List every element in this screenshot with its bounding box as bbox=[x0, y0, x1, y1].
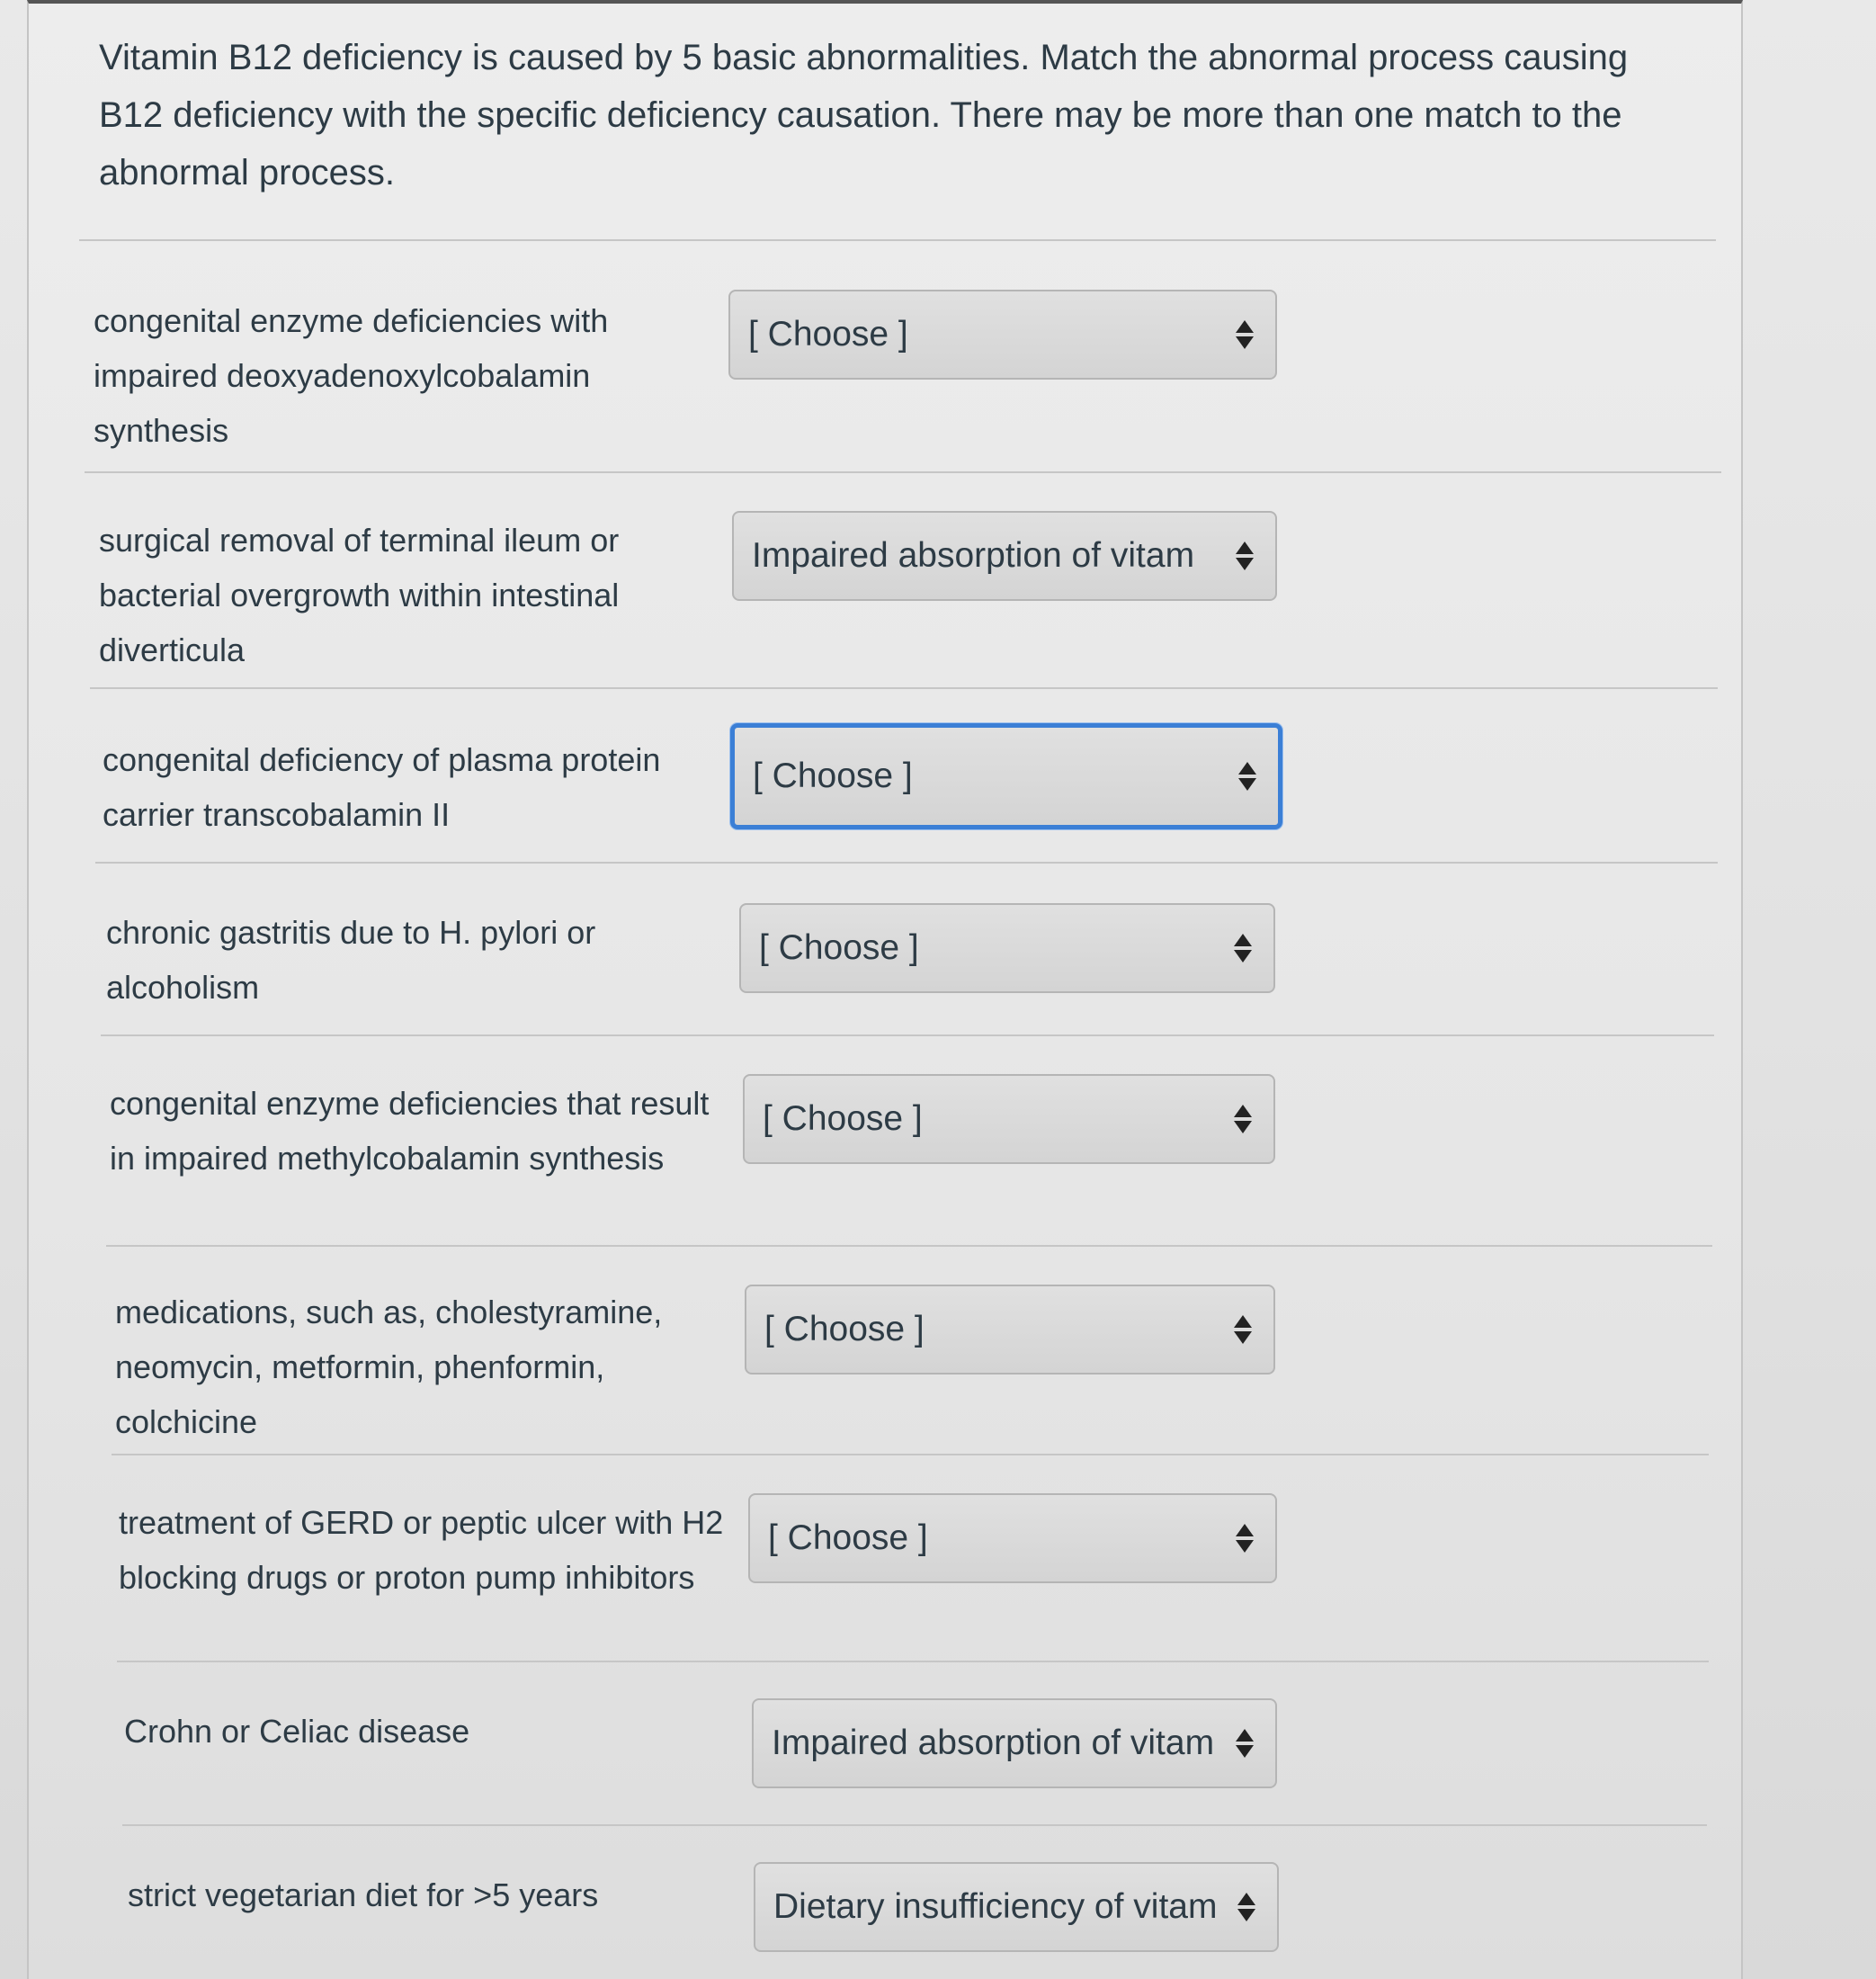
select-arrows-icon bbox=[1227, 315, 1263, 354]
match-select-value: Dietary insufficiency of vitam bbox=[773, 1887, 1218, 1926]
match-select-4[interactable]: [ Choose ] bbox=[739, 903, 1275, 993]
match-select-value: [ Choose ] bbox=[748, 315, 908, 354]
divider bbox=[117, 1661, 1709, 1662]
match-select-value: Impaired absorption of vitam bbox=[772, 1724, 1215, 1762]
match-label-7: treatment of GERD or peptic ulcer with H… bbox=[119, 1504, 724, 1596]
match-label-5: congenital enzyme deficiencies that resu… bbox=[110, 1085, 710, 1177]
match-select-value: Impaired absorption of vitam bbox=[752, 536, 1195, 575]
match-select-6[interactable]: [ Choose ] bbox=[745, 1285, 1275, 1375]
divider bbox=[112, 1454, 1709, 1455]
select-arrows-icon bbox=[1227, 1724, 1263, 1763]
match-select-8[interactable]: Impaired absorption of vitam bbox=[752, 1698, 1277, 1788]
page: Vitamin B12 deficiency is caused by 5 ba… bbox=[0, 0, 1876, 1979]
select-arrows-icon bbox=[1227, 1518, 1263, 1558]
match-label-3: congenital deficiency of plasma protein … bbox=[103, 741, 661, 833]
divider bbox=[95, 862, 1718, 864]
match-select-5[interactable]: [ Choose ] bbox=[743, 1074, 1275, 1164]
question-prompt: Vitamin B12 deficiency is caused by 5 ba… bbox=[99, 38, 1629, 193]
match-select-value: [ Choose ] bbox=[763, 1099, 923, 1138]
match-label-9: strict vegetarian diet for >5 years bbox=[128, 1876, 599, 1913]
match-select-value: [ Choose ] bbox=[764, 1310, 925, 1348]
divider bbox=[90, 687, 1718, 689]
select-arrows-icon bbox=[1227, 536, 1263, 576]
match-select-9[interactable]: Dietary insufficiency of vitam bbox=[754, 1862, 1279, 1952]
match-select-2[interactable]: Impaired absorption of vitam bbox=[732, 511, 1277, 601]
select-arrows-icon bbox=[1225, 928, 1261, 968]
match-select-value: [ Choose ] bbox=[768, 1518, 928, 1557]
match-label-1: congenital enzyme deficiencies with impa… bbox=[94, 302, 609, 449]
divider bbox=[106, 1245, 1712, 1247]
match-label-2: surgical removal of terminal ileum or ba… bbox=[99, 522, 620, 668]
divider bbox=[85, 471, 1721, 473]
match-label-4: chronic gastritis due to H. pylori or al… bbox=[106, 914, 596, 1006]
match-select-7[interactable]: [ Choose ] bbox=[748, 1493, 1277, 1583]
select-arrows-icon bbox=[1225, 1310, 1261, 1349]
match-select-value: [ Choose ] bbox=[759, 928, 919, 967]
quiz-question-panel: Vitamin B12 deficiency is caused by 5 ba… bbox=[27, 0, 1743, 1979]
match-label-6: medications, such as, cholestyramine, ne… bbox=[115, 1294, 663, 1440]
divider bbox=[101, 1034, 1714, 1036]
match-select-1[interactable]: [ Choose ] bbox=[728, 290, 1277, 380]
divider bbox=[79, 239, 1716, 241]
divider bbox=[122, 1824, 1707, 1826]
match-select-3[interactable]: [ Choose ] bbox=[730, 723, 1282, 829]
select-arrows-icon bbox=[1225, 1099, 1261, 1139]
match-select-value: [ Choose ] bbox=[753, 757, 913, 795]
select-arrows-icon bbox=[1228, 1887, 1264, 1927]
match-label-8: Crohn or Celiac disease bbox=[124, 1713, 470, 1750]
select-arrows-icon bbox=[1229, 757, 1265, 796]
